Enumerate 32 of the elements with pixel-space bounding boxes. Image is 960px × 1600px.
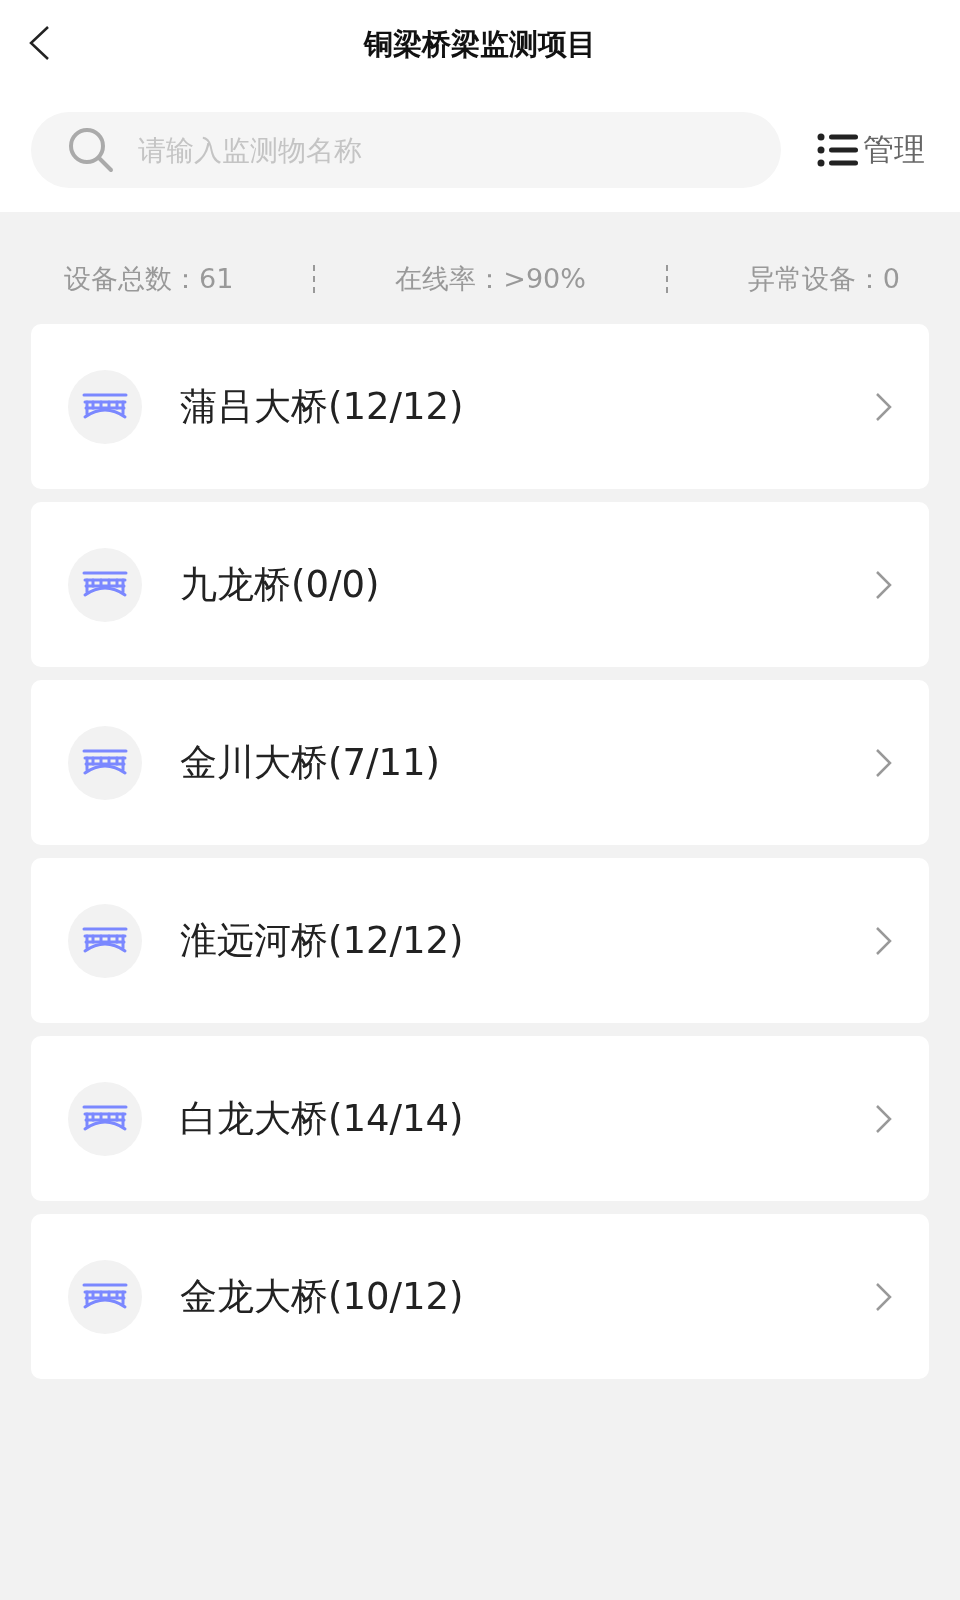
- bridge-icon: [68, 369, 142, 444]
- bridge-card[interactable]: 金龙大桥(10/12): [31, 1214, 929, 1379]
- bridge-name: 金龙大桥(10/12): [180, 1273, 465, 1320]
- bridge-name: 金川大桥(7/11): [180, 739, 441, 786]
- bridge-card[interactable]: 金川大桥(7/11): [31, 680, 929, 845]
- bridge-icon: [68, 1259, 142, 1334]
- stat-text: 设备总数：61: [64, 262, 234, 296]
- bridge-icon: [68, 903, 142, 978]
- bridge-card[interactable]: 淮远河桥(12/12): [31, 858, 929, 1023]
- manage-button[interactable]: 管理: [817, 129, 925, 171]
- chevron-right-icon: [875, 925, 893, 956]
- bridge-name: 蒲吕大桥(12/12): [180, 383, 465, 430]
- chevron-right-icon: [875, 569, 893, 600]
- page-title: 铜梁桥梁监测项目: [364, 26, 596, 63]
- chevron-right-icon: [875, 1103, 893, 1134]
- chevron-right-icon: [875, 747, 893, 778]
- bridge-name: 九龙桥(0/0): [180, 561, 381, 608]
- bridge-icon: [68, 1081, 142, 1156]
- chevron-right-icon: [875, 1281, 893, 1312]
- back-icon: [28, 25, 50, 61]
- bridge-name: 淮远河桥(12/12): [180, 917, 465, 964]
- bridge-icon: [68, 547, 142, 622]
- bridge-card[interactable]: 九龙桥(0/0): [31, 502, 929, 667]
- list-icon: [817, 133, 859, 167]
- chevron-right-icon: [875, 391, 893, 422]
- bridge-name: 白龙大桥(14/14): [180, 1095, 465, 1142]
- stat-text: 异常设备：0: [747, 262, 900, 296]
- bridge-card[interactable]: 蒲吕大桥(12/12): [31, 324, 929, 489]
- search-icon: [68, 127, 114, 173]
- bridge-card[interactable]: 白龙大桥(14/14): [31, 1036, 929, 1201]
- bridge-icon: [68, 725, 142, 800]
- stat-text: 在线率：>90%: [395, 262, 586, 296]
